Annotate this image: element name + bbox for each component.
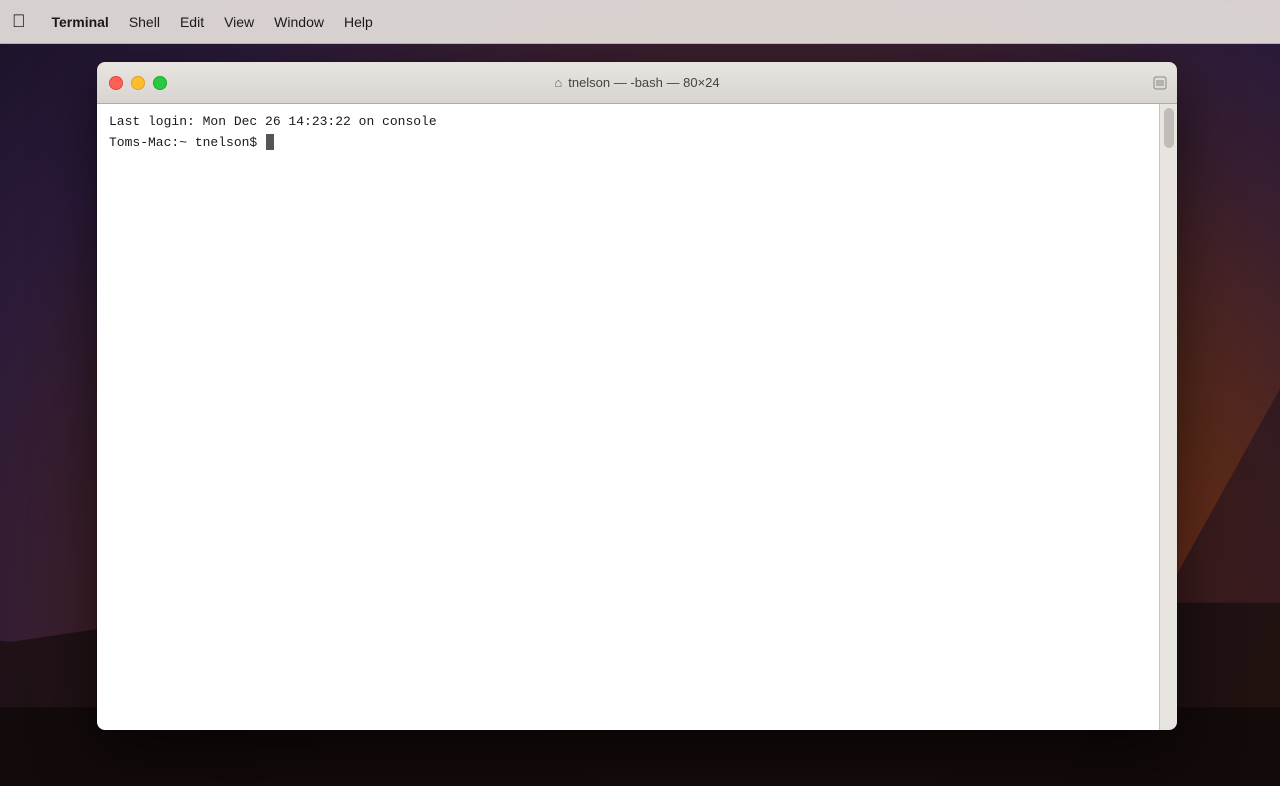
menu-terminal[interactable]: Terminal xyxy=(42,10,119,34)
last-login-line: Last login: Mon Dec 26 14:23:22 on conso… xyxy=(109,112,1147,133)
scroll-button[interactable] xyxy=(1153,76,1167,90)
scroll-icon xyxy=(1153,76,1167,90)
window-title-text: tnelson — -bash — 80×24 xyxy=(568,75,719,90)
menu-edit[interactable]: Edit xyxy=(170,10,214,34)
terminal-content[interactable]: Last login: Mon Dec 26 14:23:22 on conso… xyxy=(97,104,1159,730)
title-bar: ⌂ tnelson — -bash — 80×24 xyxy=(97,62,1177,104)
menu-view[interactable]: View xyxy=(214,10,264,34)
menu-help[interactable]: Help xyxy=(334,10,383,34)
terminal-body: Last login: Mon Dec 26 14:23:22 on conso… xyxy=(97,104,1177,730)
maximize-button[interactable] xyxy=(153,76,167,90)
menu-window[interactable]: Window xyxy=(264,10,334,34)
menu-shell[interactable]: Shell xyxy=(119,10,170,34)
terminal-window: ⌂ tnelson — -bash — 80×24 Last login: Mo… xyxy=(97,62,1177,730)
minimize-button[interactable] xyxy=(131,76,145,90)
close-button[interactable] xyxy=(109,76,123,90)
traffic-lights xyxy=(109,76,167,90)
scroll-handle[interactable] xyxy=(1164,108,1174,148)
prompt-line: Toms-Mac:~ tnelson$ xyxy=(109,133,1147,154)
cursor xyxy=(266,134,274,150)
menubar:  Terminal Shell Edit View Window Help xyxy=(0,0,1280,44)
scrollbar[interactable] xyxy=(1159,104,1177,730)
window-title: ⌂ tnelson — -bash — 80×24 xyxy=(554,75,719,90)
home-icon: ⌂ xyxy=(554,75,562,90)
apple-menu[interactable]:  xyxy=(12,11,26,32)
prompt-text: Toms-Mac:~ tnelson$ xyxy=(109,135,265,150)
